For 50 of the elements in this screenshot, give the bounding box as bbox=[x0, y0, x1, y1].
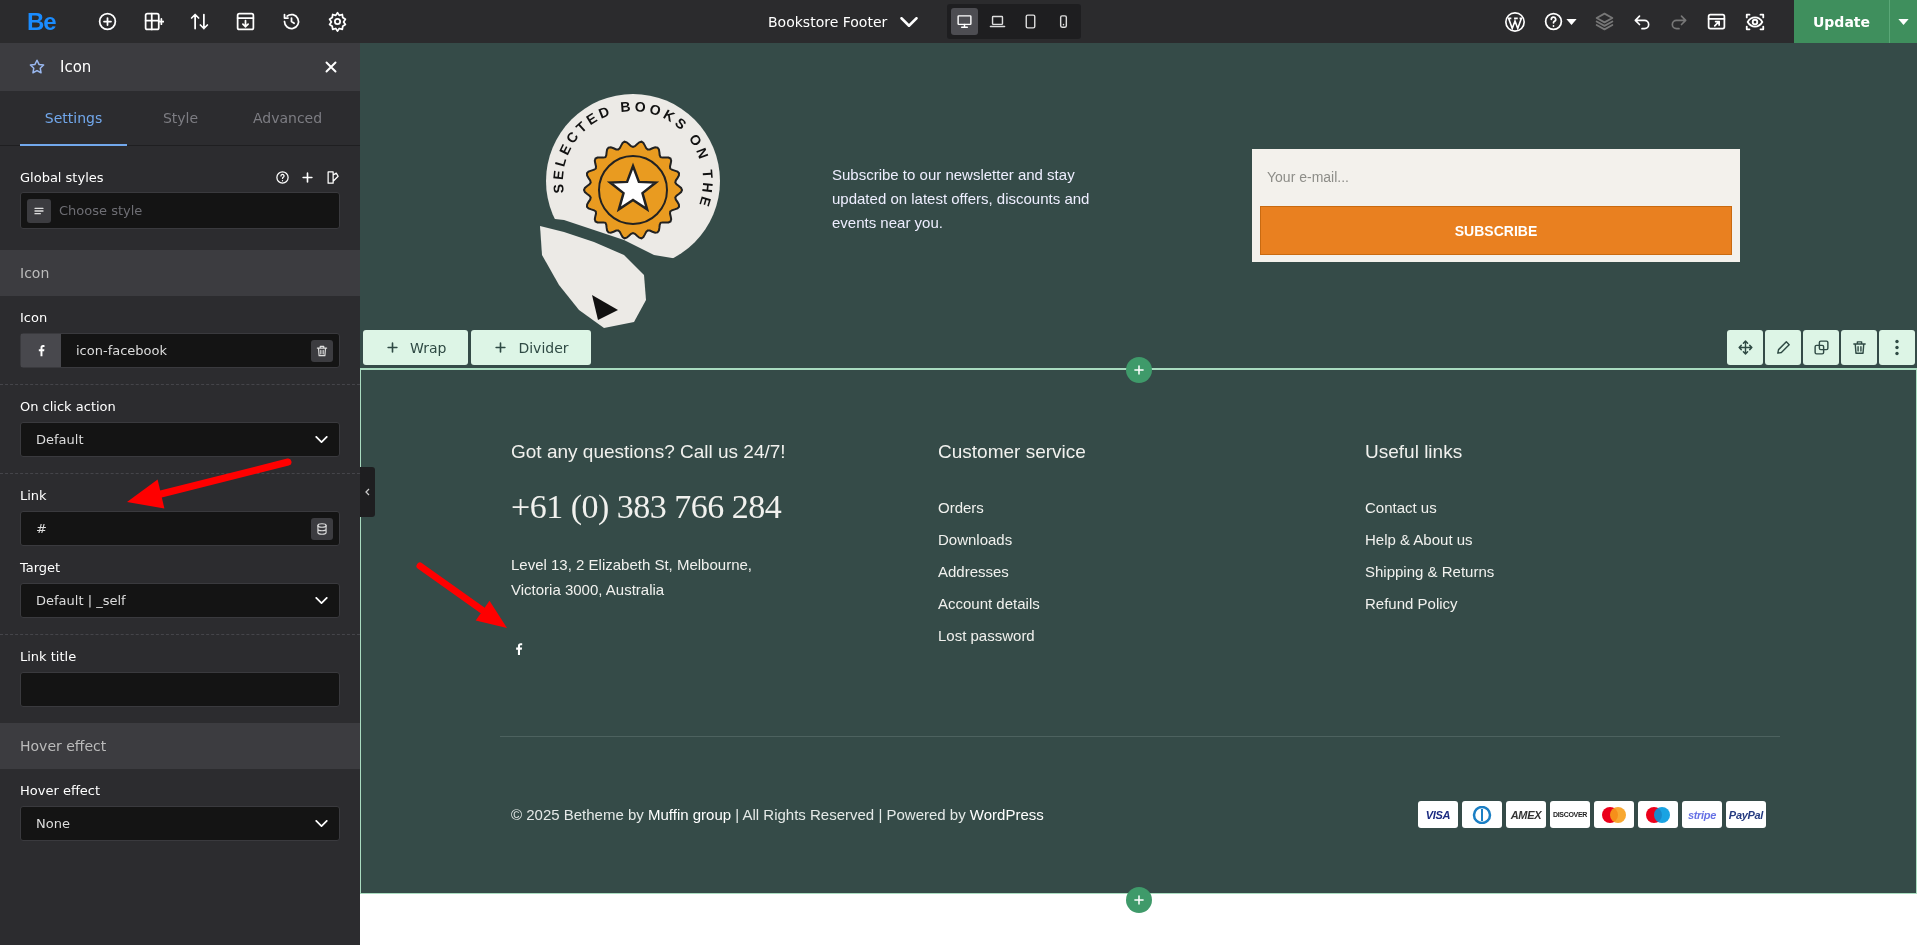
document-title[interactable]: Bookstore Footer bbox=[768, 13, 888, 30]
address-text: Level 13, 2 Elizabeth St, Melbourne, Victoria 3000, Australia bbox=[511, 555, 753, 600]
field-value: # bbox=[35, 521, 48, 536]
panel-title: Icon bbox=[60, 58, 93, 76]
payment-logo: PayPal bbox=[1728, 808, 1764, 821]
footer-link[interactable]: Contact us bbox=[1365, 492, 1792, 524]
payment-logo: VISA bbox=[1425, 808, 1451, 821]
footer-link[interactable]: Refund Policy bbox=[1365, 588, 1792, 620]
field-label: Global styles bbox=[20, 169, 104, 185]
add-element-button[interactable]: Divider bbox=[471, 330, 591, 365]
select-field[interactable]: Default | _self bbox=[20, 583, 340, 618]
select-field[interactable]: Default bbox=[20, 422, 340, 457]
field-value: Default | _self bbox=[35, 593, 127, 608]
section-header[interactable]: Icon bbox=[0, 250, 360, 296]
footer-link[interactable]: Muffin group bbox=[648, 806, 732, 823]
input-field[interactable]: # bbox=[20, 511, 340, 546]
footer-link[interactable]: WordPress bbox=[969, 806, 1044, 823]
footer-link[interactable]: Downloads bbox=[938, 524, 1365, 556]
footer-link[interactable]: Shipping & Returns bbox=[1365, 556, 1792, 588]
phone-number: +61 (0) 383 766 284 bbox=[511, 488, 783, 526]
footer-link[interactable]: Lost password bbox=[938, 620, 1365, 652]
field-value: None bbox=[35, 816, 71, 831]
placeholder-text: Choose style bbox=[59, 203, 143, 218]
add-element-button[interactable]: Wrap bbox=[363, 330, 469, 365]
update-button[interactable]: Update bbox=[1794, 0, 1889, 43]
payment-logo: AMEX bbox=[1510, 808, 1542, 821]
field-label: Target bbox=[20, 560, 62, 575]
field-label: Link title bbox=[20, 649, 78, 664]
column-heading: Customer service bbox=[938, 440, 1087, 464]
icon-picker[interactable]: icon-facebook bbox=[20, 333, 340, 368]
copyright-text: © 2025 Betheme by Muffin group | All Rights Reserved | Powered by WordPress bbox=[511, 806, 1044, 823]
column-heading: Got any questions? Call us 24/7! bbox=[511, 440, 787, 464]
panel-tab[interactable]: Settings bbox=[20, 91, 127, 146]
footer-link[interactable]: Account details bbox=[938, 588, 1365, 620]
field-label: Icon bbox=[20, 310, 49, 325]
style-select[interactable]: Choose style bbox=[20, 192, 340, 229]
field-label: Link bbox=[20, 488, 48, 503]
field-label: Hover effect bbox=[20, 783, 102, 798]
field-value: Default bbox=[35, 432, 85, 447]
field-value: icon-facebook bbox=[75, 343, 169, 358]
select-field[interactable]: None bbox=[20, 806, 340, 841]
app-logo[interactable]: Be bbox=[27, 7, 67, 36]
field-label: On click action bbox=[20, 399, 117, 414]
section-header[interactable]: Hover effect bbox=[0, 723, 360, 769]
newsletter-text: Subscribe to our newsletter and stay updated on latest offers, discounts and events near you. bbox=[832, 165, 1091, 233]
footer-link[interactable]: Addresses bbox=[938, 556, 1365, 588]
footer-link[interactable]: Orders bbox=[938, 492, 1365, 524]
column-heading: Useful links bbox=[1365, 440, 1464, 464]
footer-link[interactable]: Help & About us bbox=[1365, 524, 1792, 556]
payment-logo: stripe bbox=[1687, 808, 1717, 821]
